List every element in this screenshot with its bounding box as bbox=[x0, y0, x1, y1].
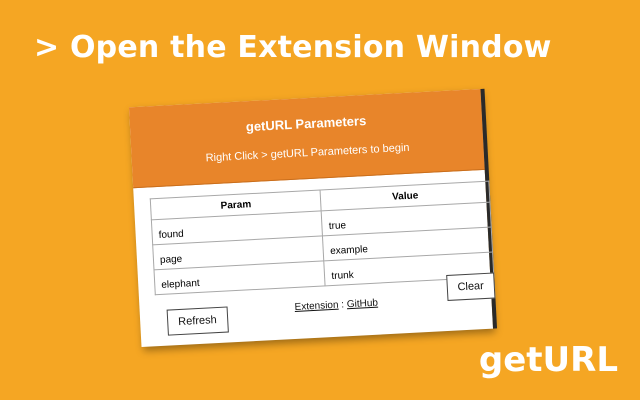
popup-title: getURL Parameters bbox=[245, 112, 367, 135]
popup-subtitle: Right Click > getURL Parameters to begin bbox=[205, 141, 410, 165]
clear-button[interactable]: Clear bbox=[445, 272, 496, 301]
popup-header: getURL Parameters Right Click > getURL P… bbox=[128, 88, 485, 189]
brand-logo-text: getURL bbox=[478, 340, 618, 380]
footer-links: Extension : GitHub bbox=[294, 298, 378, 313]
refresh-button[interactable]: Refresh bbox=[166, 306, 229, 336]
github-link[interactable]: GitHub bbox=[347, 298, 379, 311]
headline: > Open the Extension Window bbox=[34, 30, 552, 65]
extension-popup: getURL Parameters Right Click > getURL P… bbox=[128, 88, 498, 348]
params-table: Param Value found true page example elep… bbox=[150, 181, 495, 296]
extension-link[interactable]: Extension bbox=[294, 300, 338, 313]
link-separator: : bbox=[341, 299, 345, 311]
